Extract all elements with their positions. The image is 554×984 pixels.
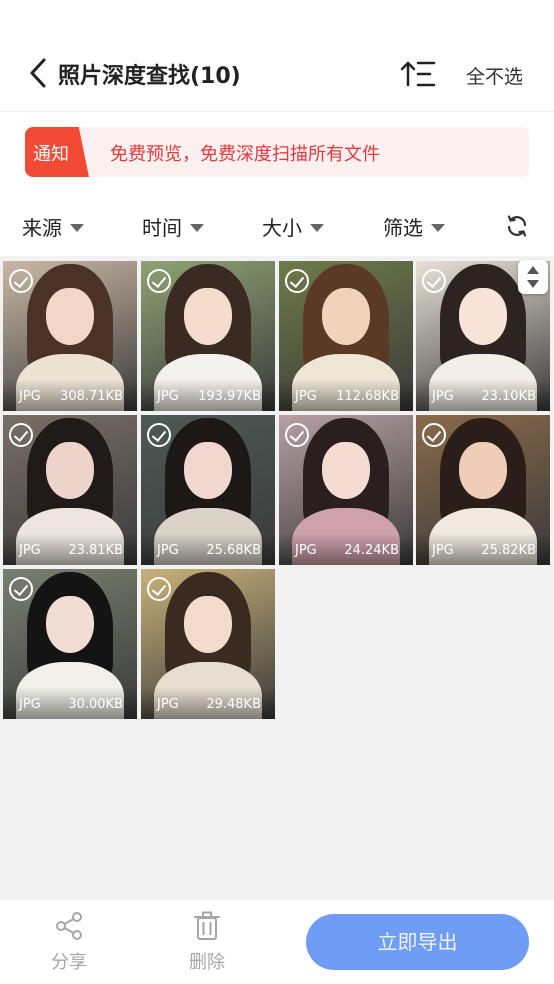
- photo-type: JPG: [432, 543, 454, 558]
- photo-type: JPG: [19, 697, 41, 712]
- page-title: 照片深度查找(10): [58, 64, 241, 89]
- filter-screen-dropdown[interactable]: 筛选: [383, 212, 445, 241]
- photo-tile[interactable]: JPG 193.97KB: [141, 261, 275, 411]
- share-button[interactable]: 分享: [39, 910, 99, 974]
- share-label: 分享: [51, 952, 87, 973]
- filter-time-label: 时间: [142, 216, 182, 240]
- notice-banner[interactable]: 通知 免费预览，免费深度扫描所有文件: [25, 127, 529, 177]
- photo-info-overlay: JPG 23.10KB: [416, 379, 550, 411]
- select-check-icon[interactable]: [147, 423, 171, 447]
- photo-info-overlay: JPG 193.97KB: [141, 379, 275, 411]
- filter-bar: 来源 时间 大小 筛选: [0, 198, 554, 254]
- photo-size: 25.82KB: [481, 543, 536, 558]
- filter-size-label: 大小: [262, 216, 302, 240]
- filter-source-dropdown[interactable]: 来源: [22, 212, 84, 241]
- notice-text: 免费预览，免费深度扫描所有文件: [110, 144, 380, 165]
- back-arrow-icon[interactable]: [24, 56, 52, 90]
- photo-grid: JPG 308.71KB JPG 193.97KB JPG 112.68KB JPG 23.1…: [0, 256, 554, 900]
- photo-size: 23.10KB: [481, 389, 536, 404]
- select-check-icon[interactable]: [285, 423, 309, 447]
- photo-type: JPG: [19, 389, 41, 404]
- caret-down-icon: [190, 223, 204, 232]
- delete-button[interactable]: 删除: [177, 910, 237, 974]
- trash-icon: [194, 911, 220, 940]
- photo-type: JPG: [157, 543, 179, 558]
- select-check-icon[interactable]: [147, 269, 171, 293]
- delete-label: 删除: [189, 952, 225, 973]
- photo-tile[interactable]: JPG 29.48KB: [141, 569, 275, 719]
- photo-info-overlay: JPG 29.48KB: [141, 687, 275, 719]
- photo-tile[interactable]: JPG 23.81KB: [3, 415, 137, 565]
- notice-tag: 通知: [25, 127, 89, 177]
- share-icon: [56, 912, 82, 940]
- filter-time-dropdown[interactable]: 时间: [142, 212, 204, 241]
- filter-source-label: 来源: [22, 216, 62, 240]
- photo-tile[interactable]: JPG 30.00KB: [3, 569, 137, 719]
- photo-size: 308.71KB: [60, 389, 123, 404]
- photo-info-overlay: JPG 112.68KB: [279, 379, 413, 411]
- photo-type: JPG: [432, 389, 454, 404]
- select-check-icon[interactable]: [422, 269, 446, 293]
- caret-down-icon: [431, 223, 445, 232]
- photo-info-overlay: JPG 25.68KB: [141, 533, 275, 565]
- refresh-icon[interactable]: [505, 214, 529, 238]
- select-check-icon[interactable]: [147, 577, 171, 601]
- caret-down-icon: [310, 223, 324, 232]
- photo-type: JPG: [295, 543, 317, 558]
- photo-tile[interactable]: JPG 308.71KB: [3, 261, 137, 411]
- photo-size: 29.48KB: [206, 697, 261, 712]
- select-check-icon[interactable]: [422, 423, 446, 447]
- photo-tile[interactable]: JPG 25.68KB: [141, 415, 275, 565]
- photo-size: 193.97KB: [198, 389, 261, 404]
- notice-tag-label: 通知: [33, 144, 69, 165]
- filter-screen-label: 筛选: [383, 216, 423, 240]
- deselect-all-button[interactable]: 全不选: [466, 62, 523, 89]
- select-check-icon[interactable]: [9, 577, 33, 601]
- photo-size: 30.00KB: [68, 697, 123, 712]
- sort-icon[interactable]: [398, 54, 438, 94]
- photo-tile[interactable]: JPG 24.24KB: [279, 415, 413, 565]
- fast-scroll-handle[interactable]: [518, 260, 548, 294]
- photo-info-overlay: JPG 30.00KB: [3, 687, 137, 719]
- photo-tile[interactable]: JPG 25.82KB: [416, 415, 550, 565]
- select-check-icon[interactable]: [9, 269, 33, 293]
- export-now-button[interactable]: 立即导出: [306, 914, 529, 970]
- photo-tile[interactable]: JPG 112.68KB: [279, 261, 413, 411]
- photo-info-overlay: JPG 23.81KB: [3, 533, 137, 565]
- scroll-arrows-icon: [527, 266, 539, 288]
- photo-type: JPG: [157, 389, 179, 404]
- select-check-icon[interactable]: [9, 423, 33, 447]
- top-bar: 照片深度查找(10) 全不选: [0, 36, 554, 112]
- bottom-action-bar: 分享 删除 立即导出: [0, 900, 554, 984]
- photo-type: JPG: [295, 389, 317, 404]
- photo-size: 24.24KB: [344, 543, 399, 558]
- select-check-icon[interactable]: [285, 269, 309, 293]
- photo-info-overlay: JPG 308.71KB: [3, 379, 137, 411]
- photo-info-overlay: JPG 25.82KB: [416, 533, 550, 565]
- photo-info-overlay: JPG 24.24KB: [279, 533, 413, 565]
- photo-type: JPG: [157, 697, 179, 712]
- photo-type: JPG: [19, 543, 41, 558]
- photo-size: 23.81KB: [68, 543, 123, 558]
- caret-down-icon: [70, 223, 84, 232]
- photo-size: 25.68KB: [206, 543, 261, 558]
- photo-size: 112.68KB: [336, 389, 399, 404]
- filter-size-dropdown[interactable]: 大小: [262, 212, 324, 241]
